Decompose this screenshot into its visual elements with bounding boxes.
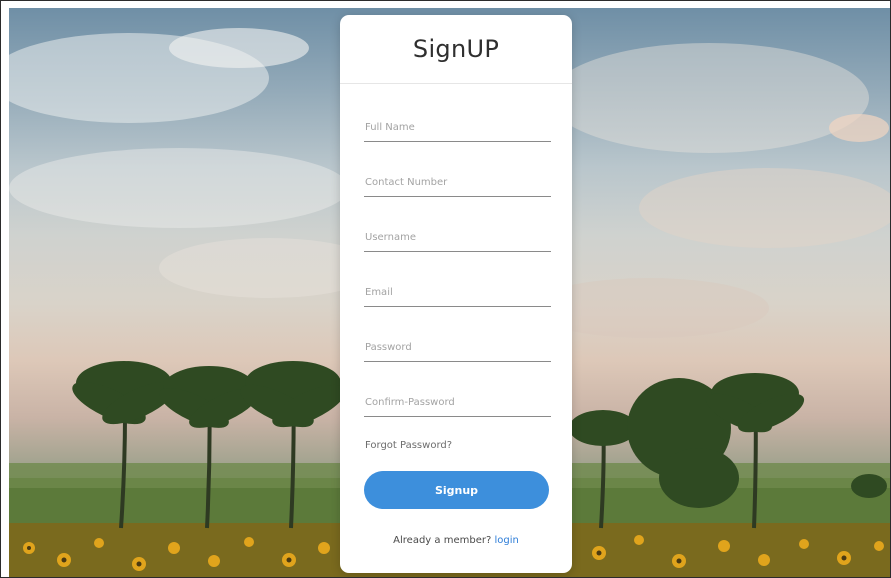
full-name-input[interactable] <box>364 113 551 142</box>
signup-card: SignUP Forgot Password? Signup Already a… <box>340 15 572 573</box>
signup-title: SignUP <box>412 35 500 63</box>
password-input[interactable] <box>364 333 551 362</box>
contact-number-input[interactable] <box>364 168 551 197</box>
card-header: SignUP <box>340 15 572 84</box>
username-input[interactable] <box>364 223 551 252</box>
already-member-line: Already a member? login <box>340 535 572 546</box>
screenshot-frame: SignUP Forgot Password? Signup Already a… <box>0 0 891 578</box>
already-member-text: Already a member? <box>393 535 495 546</box>
confirm-password-input[interactable] <box>364 388 551 417</box>
signup-button[interactable]: Signup <box>364 471 549 509</box>
forgot-password-link[interactable]: Forgot Password? <box>365 440 452 451</box>
email-input[interactable] <box>364 278 551 307</box>
login-link[interactable]: login <box>494 535 518 546</box>
